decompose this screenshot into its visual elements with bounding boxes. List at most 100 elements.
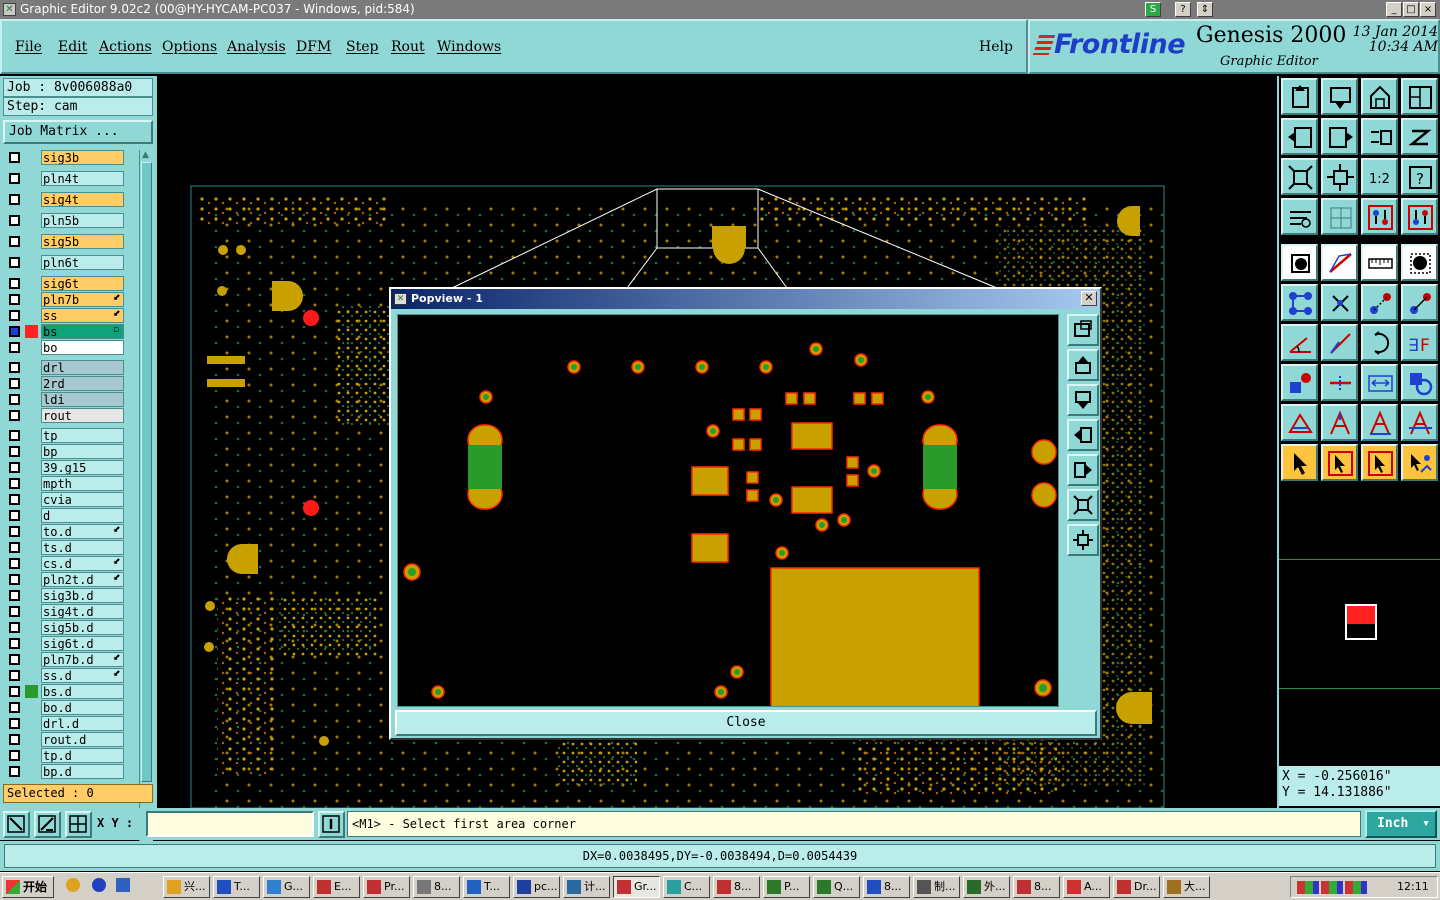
layer-name[interactable]: d (41, 508, 124, 523)
layer-checkbox[interactable] (9, 257, 20, 268)
menu-dfm[interactable]: DFM (296, 39, 331, 55)
triangle-b-icon[interactable] (1361, 404, 1398, 441)
layer-row-pln4t[interactable]: pln4t (3, 171, 137, 186)
layer-name[interactable]: drl (41, 360, 124, 375)
taskbar-task[interactable]: T... (463, 876, 510, 898)
layer-checkbox[interactable] (9, 686, 20, 697)
layer-checkbox[interactable] (9, 734, 20, 745)
layer-row-ldi[interactable]: ldi (3, 392, 137, 407)
layer-name[interactable]: sig4t (41, 192, 124, 207)
layer-row-rout-d[interactable]: rout.d (3, 732, 137, 747)
tray-app-icon[interactable]: S (1145, 2, 1161, 17)
layer-row-bs[interactable]: bs ▫ (3, 324, 137, 339)
layer-row-drl-d[interactable]: drl.d (3, 716, 137, 731)
layer-row-bo-d[interactable]: bo.d (3, 700, 137, 715)
job-matrix-button[interactable]: Job Matrix ... (3, 120, 153, 144)
triangle-icon[interactable] (1281, 404, 1318, 441)
taskbar-task[interactable]: 8... (1013, 876, 1060, 898)
layer-name[interactable]: sig4t.d (41, 604, 124, 619)
layer-checkbox[interactable] (9, 574, 20, 585)
layer-name[interactable]: drl.d (41, 716, 124, 731)
taskbar-task[interactable]: 制... (913, 876, 960, 898)
arc-icon[interactable] (1361, 324, 1398, 361)
layer-checkbox[interactable] (9, 526, 20, 537)
layer-row-sig5b-d[interactable]: sig5b.d (3, 620, 137, 635)
measure-icon[interactable] (34, 811, 61, 838)
node-icon[interactable] (1281, 364, 1318, 401)
pad-icon[interactable] (1401, 244, 1438, 281)
layer-checkbox[interactable] (9, 278, 20, 289)
layer-row-ss-d[interactable]: ss.d ⬋ (3, 668, 137, 683)
select-feature-icon[interactable] (1281, 244, 1318, 281)
pointer-route-icon[interactable] (1401, 444, 1438, 481)
taskbar-task[interactable]: A... (1063, 876, 1110, 898)
layer-name[interactable]: bs.d (41, 684, 124, 699)
popview-canvas[interactable] (397, 314, 1059, 707)
layer-checkbox[interactable] (9, 654, 20, 665)
zoom-to-fit-icon[interactable] (1321, 78, 1358, 115)
layer-name[interactable]: to.d (41, 524, 124, 539)
layer-checkbox[interactable] (9, 236, 20, 247)
layer-checkbox[interactable] (9, 342, 20, 353)
layer-row-sig3b-d[interactable]: sig3b.d (3, 588, 137, 603)
taskbar-task[interactable]: 兴... (163, 876, 210, 898)
snap-icon[interactable] (3, 811, 30, 838)
layer-checkbox[interactable] (9, 215, 20, 226)
layer-name[interactable]: pln4t (41, 171, 124, 186)
taskbar-task[interactable]: T... (213, 876, 260, 898)
menu-rout[interactable]: Rout (391, 39, 425, 55)
layer-checkbox[interactable] (9, 622, 20, 633)
layer-checkbox[interactable] (9, 670, 20, 681)
layer-name[interactable]: sig5b.d (41, 620, 124, 635)
layer-row-bo[interactable]: bo (3, 340, 137, 355)
layer-row-sig6t-d[interactable]: sig6t.d (3, 636, 137, 651)
layer-checkbox[interactable] (9, 462, 20, 473)
window-zoom-icon[interactable] (1281, 78, 1318, 115)
minimize-button[interactable]: _ (1386, 2, 1402, 17)
taskbar-task[interactable]: 外... (963, 876, 1010, 898)
layer-name[interactable]: bo.d (41, 700, 124, 715)
layer-name[interactable]: sig3b (41, 150, 124, 165)
layer-name[interactable]: ss (41, 308, 124, 323)
layer-checkbox[interactable] (9, 510, 20, 521)
layer-checkbox[interactable] (9, 718, 20, 729)
overview-map[interactable] (1279, 559, 1440, 689)
layer-name[interactable]: pln5b (41, 213, 124, 228)
layer-checkbox[interactable] (9, 638, 20, 649)
layer-checkbox[interactable] (9, 194, 20, 205)
move-point-icon[interactable] (1361, 284, 1398, 321)
layer-row-mpth[interactable]: mpth (3, 476, 137, 491)
layer-name[interactable]: ss.d (41, 668, 124, 683)
layer-compare-alt-icon[interactable] (1401, 198, 1438, 235)
taskbar-task[interactable]: Pr... (363, 876, 410, 898)
layer-name[interactable]: bp.d (41, 764, 124, 779)
layer-row-sig6t[interactable]: sig6t (3, 276, 137, 291)
settings-icon[interactable] (1281, 198, 1318, 235)
popview-pan-left-icon[interactable] (1067, 419, 1099, 451)
rotate-icon[interactable] (1361, 118, 1398, 155)
layer-checkbox[interactable] (9, 542, 20, 553)
layer-name[interactable]: sig6t.d (41, 636, 124, 651)
layer-name[interactable]: rout (41, 408, 124, 423)
taskbar-task[interactable]: 大... (1163, 876, 1210, 898)
help-icon[interactable]: ? (1175, 2, 1191, 17)
menu-options[interactable]: Options (162, 39, 217, 55)
pointer-zoom-icon[interactable] (1361, 444, 1398, 481)
layer-row-pln5b[interactable]: pln5b (3, 213, 137, 228)
layer-row-tp-d[interactable]: tp.d (3, 748, 137, 763)
taskbar-task[interactable]: Q... (813, 876, 860, 898)
layer-row-d[interactable]: d (3, 508, 137, 523)
mirror-icon[interactable] (1401, 118, 1438, 155)
popview-zoom-window-icon[interactable] (1067, 314, 1099, 346)
xy-input[interactable] (146, 811, 314, 837)
layer-checkbox[interactable] (9, 410, 20, 421)
text-icon[interactable]: ∃ F (1401, 324, 1438, 361)
layer-name[interactable]: 2rd (41, 376, 124, 391)
triangle-a-icon[interactable] (1321, 404, 1358, 441)
layer-checkbox[interactable] (9, 152, 20, 163)
taskbar-task[interactable]: C... (663, 876, 710, 898)
layer-checkbox[interactable] (9, 494, 20, 505)
info-icon[interactable] (318, 811, 345, 838)
popview-close-button[interactable]: Close (395, 710, 1097, 736)
scrollbar-thumb[interactable] (141, 162, 152, 782)
